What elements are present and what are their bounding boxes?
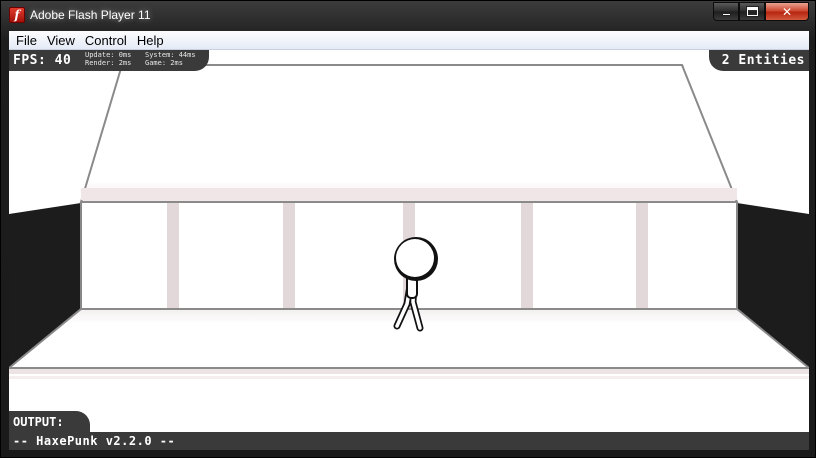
floor-front-strip	[9, 369, 809, 374]
game-scene	[9, 50, 809, 450]
maximize-button[interactable]	[739, 2, 765, 21]
maximize-icon	[746, 7, 758, 16]
game-time: Game: 2ms	[145, 59, 183, 67]
menu-help[interactable]: Help	[133, 31, 170, 50]
ceiling-edge	[81, 188, 737, 200]
back-wall-pillar	[521, 203, 533, 309]
game-stage[interactable]: FPS: 40 Update: 0ms System: 44ms Render: …	[9, 50, 809, 450]
render-time: Render: 2ms	[85, 59, 132, 67]
menu-file[interactable]: File	[12, 31, 43, 50]
title-bar[interactable]: f Adobe Flash Player 11 ✕	[1, 1, 816, 31]
timing-stats: Update: 0ms System: 44ms Render: 2ms Game:…	[85, 51, 205, 67]
floor-panel	[9, 308, 809, 369]
flash-player-icon: f	[9, 7, 25, 23]
close-button[interactable]: ✕	[765, 2, 809, 21]
window-title: Adobe Flash Player 11	[30, 8, 151, 22]
floor-front-strip	[9, 376, 809, 379]
menu-bar: File View Control Help	[9, 31, 809, 50]
minimize-button[interactable]	[713, 2, 739, 21]
window-controls: ✕	[713, 2, 809, 21]
menu-view[interactable]: View	[43, 31, 81, 50]
fps-counter: FPS: 40	[13, 53, 72, 68]
entity-counter: 2 Entities	[709, 50, 809, 71]
output-console: -- HaxePunk v2.2.0 --	[9, 432, 809, 450]
update-time: Update: 0ms	[85, 51, 132, 59]
debug-stats-panel: FPS: 40 Update: 0ms System: 44ms Render: …	[9, 50, 209, 71]
close-icon: ✕	[781, 4, 793, 19]
back-wall-pillar	[283, 203, 295, 309]
system-time: System: 44ms	[145, 51, 196, 59]
ceiling-panel	[79, 64, 739, 203]
output-label: OUTPUT:	[9, 411, 90, 432]
minimize-icon	[721, 13, 731, 16]
menu-control[interactable]: Control	[81, 31, 133, 50]
back-wall-pillar	[167, 203, 179, 309]
character-head-fill	[396, 239, 434, 277]
flash-player-window: f Adobe Flash Player 11 ✕ File View Cont…	[0, 0, 816, 458]
back-wall-pillar	[636, 203, 648, 309]
